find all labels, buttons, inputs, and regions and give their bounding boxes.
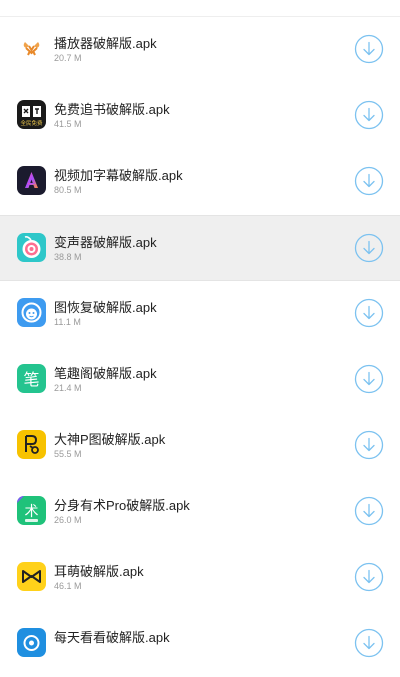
file-name: 视频加字幕破解版.apk <box>54 168 183 183</box>
file-name: 分身有术Pro破解版.apk <box>54 498 190 513</box>
download-button[interactable] <box>354 233 384 263</box>
download-button[interactable] <box>354 430 384 460</box>
p-photo-app-icon <box>17 430 46 459</box>
list-item[interactable]: 视频加字幕破解版.apk 80.5 M <box>0 149 400 215</box>
daily-look-app-icon <box>17 628 46 657</box>
app-clone-app-icon: 术 <box>17 496 46 525</box>
file-name: 耳萌破解版.apk <box>54 564 144 579</box>
download-icon <box>354 34 384 64</box>
download-icon <box>354 628 384 658</box>
list-item[interactable]: 全民免费 免费追书破解版.apk 41.5 M <box>0 83 400 149</box>
top-bar <box>0 0 400 17</box>
list-item[interactable]: 每天看看破解版.apk <box>0 611 400 677</box>
download-button[interactable] <box>354 562 384 592</box>
file-name: 变声器破解版.apk <box>54 235 157 250</box>
list-item[interactable]: 播放器破解版.apk 20.7 M <box>0 17 400 83</box>
list-item[interactable]: 耳萌破解版.apk 46.1 M <box>0 545 400 611</box>
download-button[interactable] <box>354 166 384 196</box>
file-size: 38.8 M <box>54 252 82 262</box>
photo-recovery-app-icon <box>17 298 46 327</box>
download-icon <box>354 233 384 263</box>
download-button[interactable] <box>354 364 384 394</box>
download-icon <box>354 562 384 592</box>
download-button[interactable] <box>354 298 384 328</box>
app-icon-text: 术 <box>25 504 39 520</box>
list-item[interactable]: 术 分身有术Pro破解版.apk 26.0 M <box>0 479 400 545</box>
file-name: 每天看看破解版.apk <box>54 630 170 645</box>
file-size: 41.5 M <box>54 119 82 129</box>
list-item[interactable]: 笔 笔趣阁破解版.apk 21.4 M <box>0 347 400 413</box>
file-name: 笔趣阁破解版.apk <box>54 366 157 381</box>
app-icon-text: 笔 <box>23 370 39 389</box>
file-size: 46.1 M <box>54 581 82 591</box>
file-size: 26.0 M <box>54 515 82 525</box>
download-button[interactable] <box>354 628 384 658</box>
list-item[interactable]: 大神P图破解版.apk 55.5 M <box>0 413 400 479</box>
download-icon <box>354 364 384 394</box>
file-name: 免费追书破解版.apk <box>54 102 170 117</box>
player-app-icon <box>17 34 46 63</box>
list-item[interactable]: 图恢复破解版.apk 11.1 M <box>0 281 400 347</box>
file-size: 20.7 M <box>54 53 82 63</box>
ermeng-app-icon <box>17 562 46 591</box>
download-icon <box>354 298 384 328</box>
video-subtitle-app-icon <box>17 166 46 195</box>
file-size: 21.4 M <box>54 383 82 393</box>
biquge-app-icon: 笔 <box>17 364 46 393</box>
download-button[interactable] <box>354 34 384 64</box>
list-item[interactable]: 变声器破解版.apk 38.8 M <box>0 215 400 281</box>
voice-changer-app-icon <box>17 233 46 262</box>
file-name: 大神P图破解版.apk <box>54 432 166 447</box>
download-icon <box>354 166 384 196</box>
file-name: 播放器破解版.apk <box>54 36 157 51</box>
download-icon <box>354 100 384 130</box>
free-books-app-icon: 全民免费 <box>17 100 46 129</box>
download-button[interactable] <box>354 100 384 130</box>
download-icon <box>354 496 384 526</box>
file-list: 播放器破解版.apk 20.7 M 全民免费 免费追书破解版.apk 41.5 … <box>0 17 400 677</box>
file-size: 80.5 M <box>54 185 82 195</box>
app-icon-text: 全民免费 <box>20 119 43 127</box>
file-name: 图恢复破解版.apk <box>54 300 157 315</box>
download-icon <box>354 430 384 460</box>
file-size: 55.5 M <box>54 449 82 459</box>
file-size: 11.1 M <box>54 317 81 327</box>
download-button[interactable] <box>354 496 384 526</box>
